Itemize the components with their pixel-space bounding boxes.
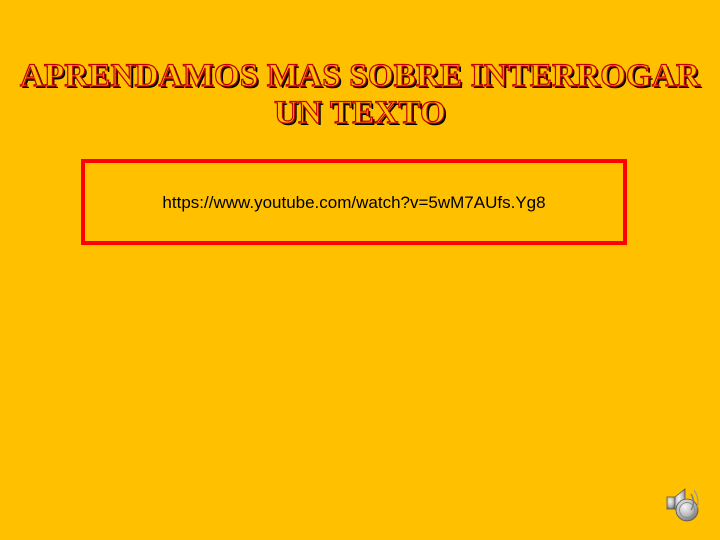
audio-button[interactable]: [665, 484, 705, 524]
link-box: https://www.youtube.com/watch?v=5wM7AUfs…: [81, 159, 627, 245]
speaker-icon: [666, 488, 699, 522]
slide-title-line-1: APRENDAMOS MAS SOBRE INTERROGAR: [19, 57, 700, 94]
video-link[interactable]: https://www.youtube.com/watch?v=5wM7AUfs…: [162, 193, 545, 213]
slide-title-line-2: UN TEXTO: [273, 94, 446, 131]
slide-title: APRENDAMOS MAS SOBRE INTERROGAR UN TEXTO: [0, 57, 720, 132]
slide: APRENDAMOS MAS SOBRE INTERROGAR UN TEXTO…: [0, 0, 720, 540]
